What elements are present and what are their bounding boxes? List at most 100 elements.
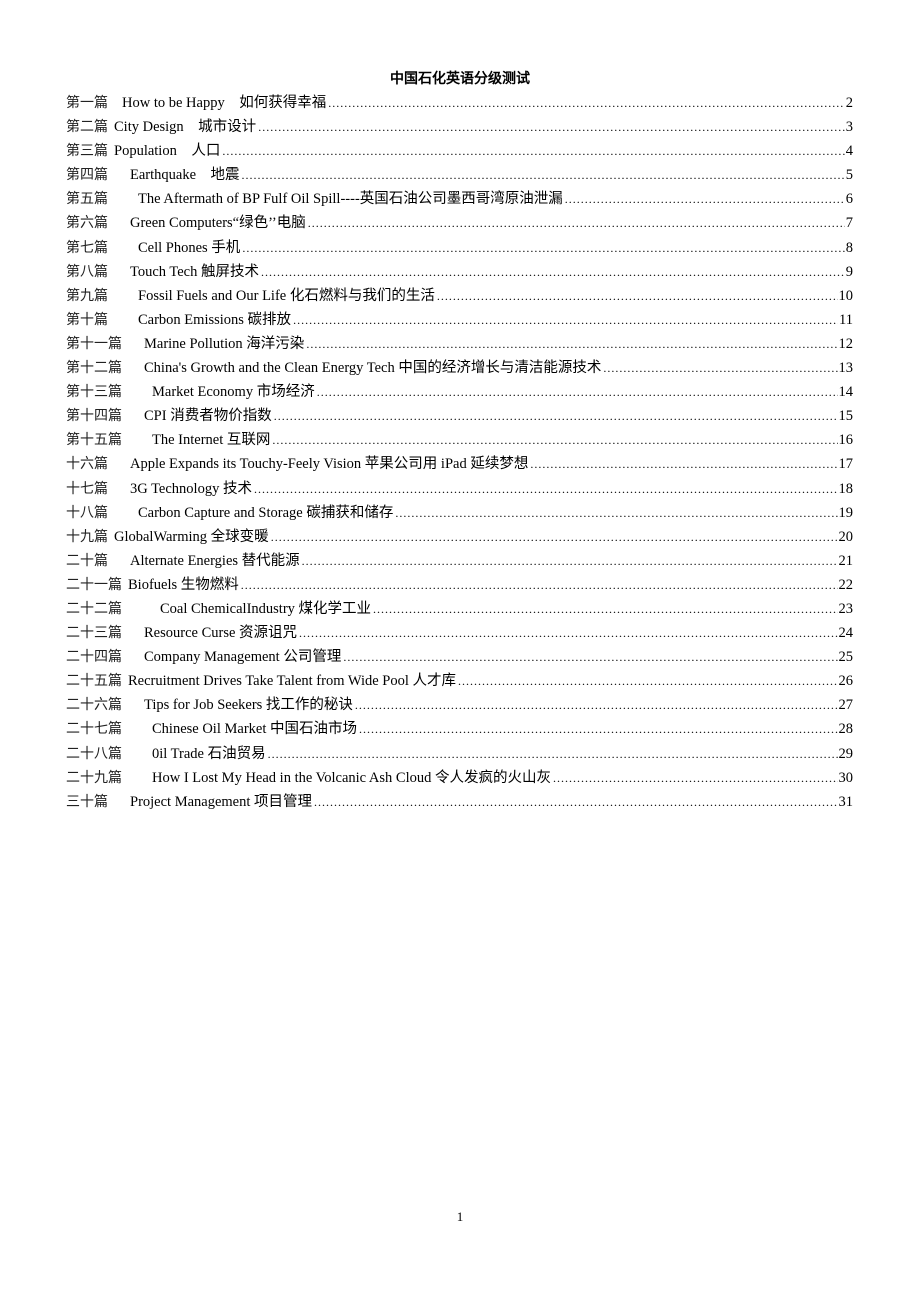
toc-entry[interactable]: 二十五篇 Recruitment Drives Take Talent from … xyxy=(66,669,853,693)
toc-entry[interactable]: 第十四篇 CPI 消费者物价指数 15 xyxy=(66,404,853,428)
toc-entry-title[interactable]: The Aftermath of BP Fulf Oil Spill----英国… xyxy=(138,187,563,211)
toc-entry-title[interactable]: Recruitment Drives Take Talent from Wide… xyxy=(128,669,456,693)
toc-entry-number: 第十五篇 xyxy=(66,432,122,449)
toc-entry-page[interactable]: 15 xyxy=(839,404,854,428)
toc-entry[interactable]: 十八篇 Carbon Capture and Storage 碳捕获和储存 19 xyxy=(66,501,853,525)
toc-entry-page[interactable]: 5 xyxy=(846,163,853,187)
toc-entry-page[interactable]: 3 xyxy=(846,115,853,139)
toc-entry-title[interactable]: Coal ChemicalIndustry 煤化学工业 xyxy=(160,597,371,621)
toc-entry-title[interactable]: China's Growth and the Clean Energy Tech… xyxy=(144,356,601,380)
toc-entry-page[interactable]: 12 xyxy=(839,332,854,356)
toc-entry-page[interactable]: 10 xyxy=(839,284,854,308)
toc-entry-title[interactable]: Alternate Energies 替代能源 xyxy=(130,549,300,573)
toc-entry-page[interactable]: 4 xyxy=(846,139,853,163)
toc-entry-page[interactable]: 17 xyxy=(839,452,854,476)
toc-entry[interactable]: 第三篇 Population 人口 4 xyxy=(66,139,853,163)
toc-entry-number: 二十篇 xyxy=(66,552,108,569)
toc-entry[interactable]: 二十四篇 Company Management 公司管理 25 xyxy=(66,645,853,669)
toc-entry-title[interactable]: How to be Happy 如何获得幸福 xyxy=(122,91,326,115)
toc-entry-page[interactable]: 24 xyxy=(839,621,854,645)
toc-entry-page[interactable]: 13 xyxy=(839,356,854,380)
toc-entry[interactable]: 第四篇 Earthquake 地震 5 xyxy=(66,163,853,187)
toc-entry-title[interactable]: Carbon Emissions 碳排放 xyxy=(138,308,291,332)
toc-entry-page[interactable]: 16 xyxy=(839,428,854,452)
toc-entry[interactable]: 第九篇 Fossil Fuels and Our Life 化石燃料与我们的生活 1… xyxy=(66,284,853,308)
toc-entry[interactable]: 第十五篇 The Internet 互联网 16 xyxy=(66,428,853,452)
toc-entry-title[interactable]: Cell Phones 手机 xyxy=(138,236,240,260)
toc-entry-page[interactable]: 20 xyxy=(839,525,854,549)
toc-entry[interactable]: 二十三篇 Resource Curse 资源诅咒 24 xyxy=(66,621,853,645)
toc-entry-title[interactable]: Resource Curse 资源诅咒 xyxy=(144,621,297,645)
toc-entry[interactable]: 三十篇 Project Management 项目管理 31 xyxy=(66,790,853,814)
toc-entry-title[interactable]: Marine Pollution 海洋污染 xyxy=(144,332,304,356)
toc-entry[interactable]: 二十八篇 0il Trade 石油贸易 29 xyxy=(66,742,853,766)
toc-entry[interactable]: 二十六篇 Tips for Job Seekers 找工作的秘诀 27 xyxy=(66,693,853,717)
toc-leader-dots xyxy=(373,597,837,621)
toc-entry[interactable]: 十六篇 Apple Expands its Touchy-Feely Vision… xyxy=(66,452,853,476)
toc-entry-page[interactable]: 19 xyxy=(839,501,854,525)
toc-entry-title[interactable]: 0il Trade 石油贸易 xyxy=(152,742,266,766)
toc-entry-title[interactable]: Green Computers“绿色’’电脑 xyxy=(130,211,306,235)
toc-entry-page[interactable]: 31 xyxy=(839,790,854,814)
toc-entry-page[interactable]: 25 xyxy=(839,645,854,669)
toc-entry-title[interactable]: Earthquake 地震 xyxy=(130,163,240,187)
toc-leader-dots xyxy=(565,187,845,211)
toc-entry[interactable]: 第十三篇 Market Economy 市场经济 14 xyxy=(66,380,853,404)
toc-entry-page[interactable]: 11 xyxy=(839,308,853,332)
toc-entry-title[interactable]: Fossil Fuels and Our Life 化石燃料与我们的生活 xyxy=(138,284,435,308)
toc-entry[interactable]: 十九篇 GlobalWarming 全球变暖 20 xyxy=(66,525,853,549)
toc-entry-page[interactable]: 29 xyxy=(839,742,854,766)
toc-entry[interactable]: 第七篇 Cell Phones 手机 8 xyxy=(66,236,853,260)
toc-entry[interactable]: 二十九篇 How I Lost My Head in the Volcanic A… xyxy=(66,766,853,790)
toc-entry-title[interactable]: Tips for Job Seekers 找工作的秘诀 xyxy=(144,693,353,717)
toc-entry[interactable]: 十七篇 3G Technology 技术 18 xyxy=(66,477,853,501)
toc-entry-page[interactable]: 14 xyxy=(839,380,854,404)
toc-entry-page[interactable]: 8 xyxy=(846,236,853,260)
toc-entry-title[interactable]: Project Management 项目管理 xyxy=(130,790,312,814)
toc-entry-number: 第九篇 xyxy=(66,287,108,304)
toc-entry-title[interactable]: Market Economy 市场经济 xyxy=(152,380,315,404)
toc-entry-title[interactable]: 3G Technology 技术 xyxy=(130,477,252,501)
toc-entry-page[interactable]: 18 xyxy=(839,477,854,501)
toc-entry-title[interactable]: Biofuels 生物燃料 xyxy=(128,573,239,597)
toc-entry[interactable]: 第八篇 Touch Tech 触屏技术 9 xyxy=(66,260,853,284)
toc-entry-title[interactable]: How I Lost My Head in the Volcanic Ash C… xyxy=(152,766,551,790)
toc-entry[interactable]: 二十一篇 Biofuels 生物燃料 22 xyxy=(66,573,853,597)
toc-entry-page[interactable]: 30 xyxy=(839,766,854,790)
toc-entry-page[interactable]: 23 xyxy=(839,597,854,621)
toc-entry[interactable]: 第六篇 Green Computers“绿色’’电脑 7 xyxy=(66,211,853,235)
toc-entry-page[interactable]: 27 xyxy=(839,693,854,717)
toc-entry[interactable]: 第十二篇 China's Growth and the Clean Energy … xyxy=(66,356,853,380)
document-page: 中国石化英语分级测试 第一篇How to be Happy 如何获得幸福2第二篇… xyxy=(0,0,920,1302)
toc-entry[interactable]: 二十七篇 Chinese Oil Market 中国石油市场 28 xyxy=(66,717,853,741)
toc-entry[interactable]: 第一篇 How to be Happy 如何获得幸福 2 xyxy=(66,91,853,115)
toc-entry[interactable]: 第十一篇 Marine Pollution 海洋污染 12 xyxy=(66,332,853,356)
document-title: 中国石化英语分级测试 xyxy=(390,71,530,87)
toc-entry[interactable]: 二十二篇 Coal ChemicalIndustry 煤化学工业 23 xyxy=(66,597,853,621)
toc-entry-title[interactable]: Carbon Capture and Storage 碳捕获和储存 xyxy=(138,501,393,525)
toc-entry-page[interactable]: 6 xyxy=(846,187,853,211)
toc-entry-title[interactable]: GlobalWarming 全球变暖 xyxy=(114,525,269,549)
toc-entry-title[interactable]: CPI 消费者物价指数 xyxy=(144,404,272,428)
toc-entry-title[interactable]: Chinese Oil Market 中国石油市场 xyxy=(152,717,357,741)
toc-entry-title[interactable]: Apple Expands its Touchy-Feely Vision 苹果… xyxy=(130,452,528,476)
toc-leader-dots xyxy=(458,669,837,693)
toc-entry-page[interactable]: 21 xyxy=(839,549,854,573)
toc-entry-page[interactable]: 28 xyxy=(839,717,854,741)
toc-entry-title[interactable]: Company Management 公司管理 xyxy=(144,645,341,669)
toc-entry-number: 二十六篇 xyxy=(66,697,122,714)
toc-entry-page[interactable]: 2 xyxy=(846,91,853,115)
toc-entry[interactable]: 第十篇 Carbon Emissions 碳排放 11 xyxy=(66,308,853,332)
toc-entry-title[interactable]: City Design 城市设计 xyxy=(114,115,256,139)
toc-entry-title[interactable]: Population 人口 xyxy=(114,139,220,163)
toc-entry[interactable]: 第五篇 The Aftermath of BP Fulf Oil Spill---… xyxy=(66,187,853,211)
toc-entry-title[interactable]: Touch Tech 触屏技术 xyxy=(130,260,259,284)
toc-entry-title[interactable]: The Internet 互联网 xyxy=(152,428,270,452)
toc-entry-page[interactable]: 7 xyxy=(846,211,853,235)
toc-entry[interactable]: 第二篇 City Design 城市设计 3 xyxy=(66,115,853,139)
toc-entry-number: 二十三篇 xyxy=(66,625,122,642)
toc-entry-page[interactable]: 22 xyxy=(839,573,854,597)
toc-entry-page[interactable]: 9 xyxy=(846,260,853,284)
toc-entry[interactable]: 二十篇 Alternate Energies 替代能源 21 xyxy=(66,549,853,573)
toc-entry-page[interactable]: 26 xyxy=(839,669,854,693)
